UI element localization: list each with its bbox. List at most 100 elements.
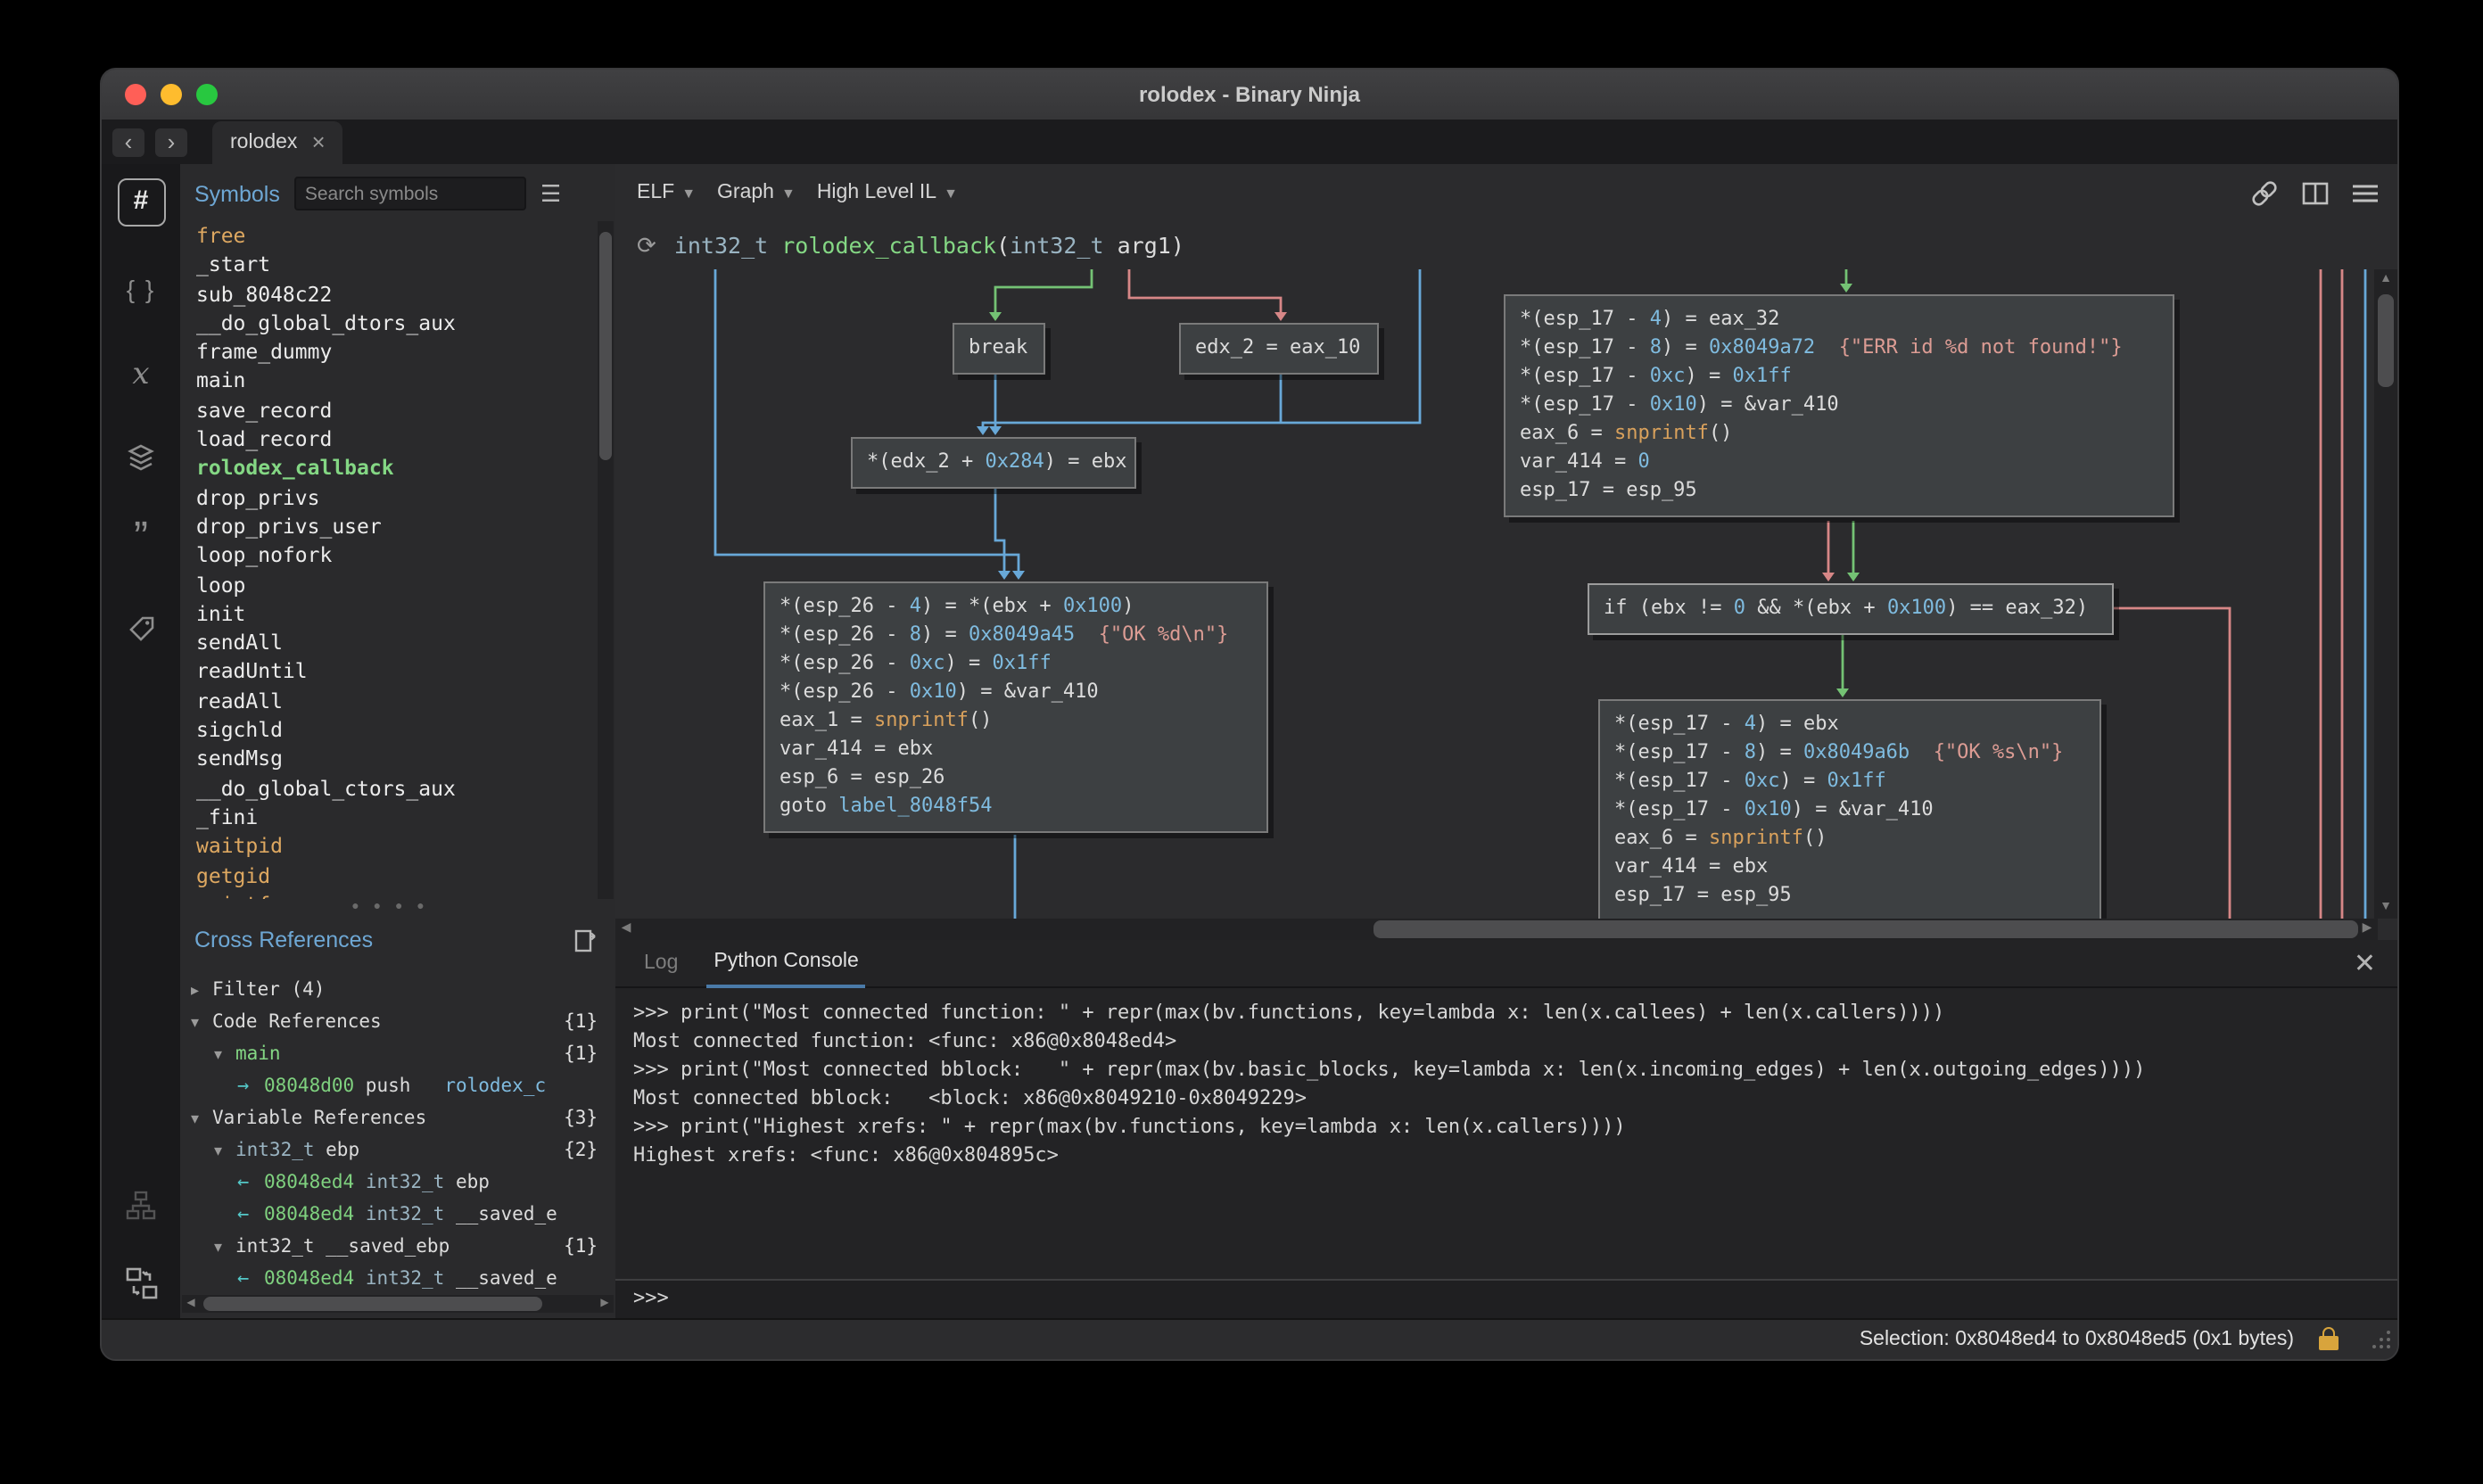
symbol-item[interactable]: _fini <box>180 803 601 832</box>
memory-layers-icon[interactable] <box>102 442 180 474</box>
xref-count-badge: {1} <box>564 1006 598 1038</box>
scroll-up-icon[interactable]: ▲ <box>2374 269 2397 291</box>
graph-node-break[interactable]: break <box>953 323 1045 375</box>
symbol-item[interactable]: save_record <box>180 396 601 425</box>
mini-graph-icon[interactable]: { } <box>102 275 180 303</box>
xref-row[interactable]: ←08048ed4 int32_t ebp <box>180 1167 615 1199</box>
xref-row[interactable]: ▾Code References{1} <box>180 1006 615 1038</box>
left-panel: Symbols ☰ free_startsub_8048c22__do_glob… <box>180 164 617 1320</box>
xref-row[interactable]: ▸Filter (4) <box>180 974 615 1006</box>
cross-references-icon[interactable] <box>102 1266 180 1300</box>
xref-row[interactable]: ▾main{1} <box>180 1038 615 1070</box>
symbols-search-input[interactable] <box>294 177 526 210</box>
strings-icon[interactable]: ” <box>102 521 180 556</box>
symbol-item[interactable]: _start <box>180 251 601 280</box>
scrollbar-thumb[interactable] <box>1373 920 2358 938</box>
symbol-item[interactable]: loop <box>180 570 601 599</box>
view-menu-icon[interactable] <box>2351 181 2380 204</box>
scroll-left-icon[interactable]: ◀ <box>615 919 637 940</box>
link-icon[interactable] <box>2249 177 2280 208</box>
tab-label: rolodex <box>230 131 297 153</box>
symbol-item[interactable]: sendAll <box>180 628 601 657</box>
xref-in-icon: ← <box>237 1263 264 1295</box>
nav-back-button[interactable]: ‹ <box>112 128 144 156</box>
scroll-right-icon[interactable]: ▶ <box>596 1295 614 1313</box>
symbol-item[interactable]: frame_dummy <box>180 337 601 367</box>
graph-node-store-edx[interactable]: *(edx_2 + 0x284) = ebx <box>851 437 1136 489</box>
collapse-icon[interactable]: ▾ <box>191 1102 212 1134</box>
xref-in-icon: ← <box>237 1167 264 1199</box>
symbol-item[interactable]: sub_8048c22 <box>180 279 601 309</box>
graph-node-ok-s[interactable]: *(esp_17 - 4) = ebx*(esp_17 - 8) = 0x804… <box>1598 699 2101 919</box>
lock-icon[interactable] <box>2319 1335 2339 1349</box>
symbol-item[interactable]: readUntil <box>180 657 601 687</box>
symbol-item[interactable]: load_record <box>180 425 601 454</box>
xref-row[interactable]: ▾int32_t __saved_ebp{1} <box>180 1231 615 1263</box>
xref-row[interactable]: ▾int32_t ebp{2} <box>180 1134 615 1167</box>
symbol-item[interactable]: init <box>180 599 601 629</box>
collapse-icon[interactable]: ▾ <box>214 1134 235 1167</box>
tab-close-icon[interactable]: × <box>311 128 325 155</box>
scrollbar-thumb[interactable] <box>203 1297 542 1311</box>
xref-row[interactable]: ←08048ed4 int32_t __saved_e <box>180 1263 615 1295</box>
graph-hscrollbar[interactable]: ◀ ▶ <box>615 919 2378 940</box>
xref-row[interactable]: ←08048ed4 int32_t __saved_e <box>180 1199 615 1231</box>
console-close-icon[interactable]: ✕ <box>2354 947 2376 979</box>
graph-node-ok-d[interactable]: *(esp_26 - 4) = *(ebx + 0x100)*(esp_26 -… <box>763 581 1268 833</box>
collapse-icon[interactable]: ▾ <box>214 1038 235 1070</box>
menu-graph[interactable]: Graph▼ <box>717 182 796 203</box>
symbol-item[interactable]: sigchld <box>180 715 601 745</box>
graph-vscrollbar[interactable]: ▲ ▼ <box>2374 269 2397 919</box>
symbol-item[interactable]: __do_global_dtors_aux <box>180 309 601 338</box>
xref-row[interactable]: →08048d00 push rolodex_c <box>180 1070 615 1102</box>
symbol-item[interactable]: free <box>180 221 601 251</box>
scroll-down-icon[interactable]: ▼ <box>2374 897 2397 919</box>
symbols-panel-icon[interactable]: # <box>102 178 180 227</box>
xref-row[interactable]: ▾Variable References{3} <box>180 1102 615 1134</box>
panel-splitter-handle[interactable]: ● ● ● ● <box>180 903 601 917</box>
scroll-right-icon[interactable]: ▶ <box>2356 919 2378 940</box>
graph-toolbar: ELF▼ Graph▼ High Level IL▼ <box>615 164 2397 221</box>
console-tab-log[interactable]: Log <box>637 941 685 985</box>
expand-icon[interactable]: ▸ <box>191 974 212 1006</box>
symbol-item[interactable]: waitpid <box>180 831 601 861</box>
tags-icon[interactable] <box>102 614 180 644</box>
symbols-menu-button[interactable]: ☰ <box>540 179 561 208</box>
scroll-left-icon[interactable]: ◀ <box>182 1295 200 1313</box>
collapse-icon[interactable]: ▾ <box>191 1006 212 1038</box>
variables-icon[interactable]: x <box>102 357 180 392</box>
symbol-item[interactable]: rolodex_callback <box>180 454 601 483</box>
console-line: >>> print("Highest xrefs: " + repr(max(b… <box>633 1113 2397 1142</box>
graph-canvas[interactable]: break edx_2 = eax_10 *(edx_2 + 0x284) = eb… <box>615 269 2378 919</box>
symbol-item[interactable]: main <box>180 367 601 396</box>
split-view-icon[interactable] <box>2301 179 2330 206</box>
symbol-item[interactable]: sendMsg <box>180 745 601 774</box>
xrefs-scrollbar[interactable]: ◀ ▶ <box>182 1295 614 1313</box>
symbols-scrollbar[interactable] <box>598 221 614 899</box>
scrollbar-thumb[interactable] <box>599 232 612 460</box>
graph-node-if-cond[interactable]: if (ebx != 0 && *(ebx + 0x100) == eax_32… <box>1588 583 2114 635</box>
console-output[interactable]: >>> print("Most connected function: " + … <box>615 986 2397 1284</box>
scrollbar-thumb[interactable] <box>2378 294 2394 387</box>
graph-node-assign-edx[interactable]: edx_2 = eax_10 <box>1179 323 1379 375</box>
collapse-icon[interactable]: ▾ <box>214 1231 235 1263</box>
tab-rolodex[interactable]: rolodex × <box>212 120 343 163</box>
symbol-item[interactable]: __do_global_ctors_aux <box>180 773 601 803</box>
refresh-icon[interactable]: ⟳ <box>637 231 656 260</box>
symbol-item[interactable]: drop_privs <box>180 482 601 512</box>
symbol-item[interactable]: drop_privs_user <box>180 512 601 541</box>
symbol-item[interactable]: printf <box>180 890 601 899</box>
outline-icon[interactable] <box>102 1190 180 1222</box>
symbol-item[interactable]: getgid <box>180 861 601 890</box>
resize-grip[interactable] <box>2371 1329 2392 1350</box>
graph-node-err-not-found[interactable]: *(esp_17 - 4) = eax_32*(esp_17 - 8) = 0x… <box>1504 294 2174 517</box>
symbol-item[interactable]: readAll <box>180 687 601 716</box>
console-input[interactable]: >>> <box>615 1279 2397 1320</box>
xref-in-icon: ← <box>237 1199 264 1231</box>
symbol-item[interactable]: loop_nofork <box>180 541 601 571</box>
nav-forward-button[interactable]: › <box>155 128 187 156</box>
menu-high-level-il[interactable]: High Level IL▼ <box>817 182 958 203</box>
menu-elf[interactable]: ELF▼ <box>637 182 696 203</box>
new-pane-icon[interactable] <box>573 927 598 953</box>
console-tab-python[interactable]: Python Console <box>706 939 865 987</box>
